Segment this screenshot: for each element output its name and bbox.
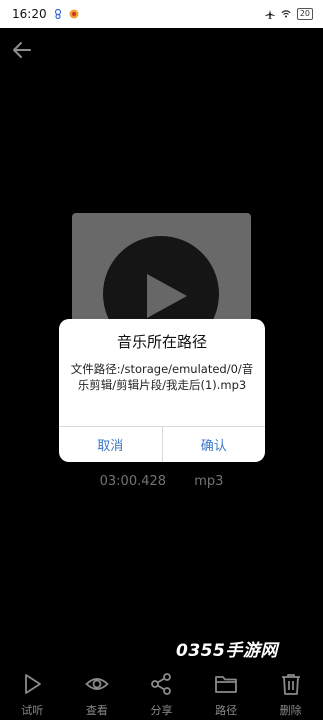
dialog-title: 音乐所在路径 xyxy=(116,333,207,351)
delete-button[interactable]: 删除 xyxy=(262,672,320,718)
eye-icon xyxy=(85,678,109,690)
play-icon xyxy=(25,674,42,694)
app-notification-icon xyxy=(53,9,63,19)
path-button[interactable]: 路径 xyxy=(197,672,255,718)
tab-label-view: 查看 xyxy=(85,704,108,717)
share-button[interactable]: 分享 xyxy=(132,672,190,718)
folder-icon xyxy=(215,676,237,693)
status-left: 16:20 xyxy=(12,7,79,21)
wifi-icon xyxy=(281,9,291,19)
tab-label-path: 路径 xyxy=(215,704,238,717)
dialog-actions: 取消 确认 xyxy=(59,426,265,462)
status-time: 16:20 xyxy=(12,7,47,21)
share-icon xyxy=(151,673,172,695)
app-notification-icon-2 xyxy=(69,9,79,19)
status-right: 20 xyxy=(265,8,313,20)
tab-label-preview: 试听 xyxy=(21,704,44,717)
preview-button[interactable]: 试听 xyxy=(3,672,61,718)
trash-icon xyxy=(281,674,300,695)
battery-indicator: 20 xyxy=(296,8,313,20)
confirm-button[interactable]: 确认 xyxy=(161,427,266,462)
cancel-button[interactable]: 取消 xyxy=(59,427,162,462)
tab-label-delete: 删除 xyxy=(279,704,302,717)
status-bar: 16:20 20 xyxy=(0,0,323,28)
airplane-mode-icon xyxy=(265,9,275,19)
watermark-logo: 0355手游网 xyxy=(176,641,278,661)
music-path-dialog: 音乐所在路径 文件路径:/storage/emulated/0/音乐剪辑/剪辑片… xyxy=(59,319,265,462)
view-button[interactable]: 查看 xyxy=(68,672,126,718)
bottom-action-bar: 试听 查看 分享 路径 删除 xyxy=(0,672,323,720)
tab-label-share: 分享 xyxy=(150,704,173,717)
dialog-message: 文件路径:/storage/emulated/0/音乐剪辑/剪辑片段/我走后(1… xyxy=(70,362,254,392)
